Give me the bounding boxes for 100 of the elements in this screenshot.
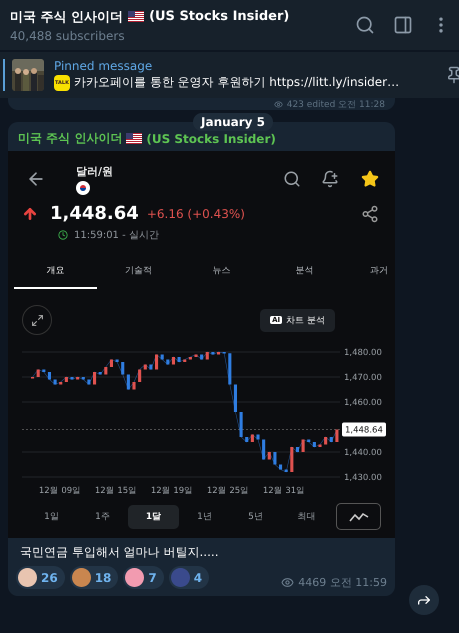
us-flag-icon: [128, 11, 144, 22]
candle: [76, 377, 80, 380]
candle: [178, 357, 181, 362]
reaction-button[interactable]: 4: [168, 566, 210, 589]
axis-label: 1,470.00: [344, 373, 382, 383]
candle: [302, 440, 305, 452]
candle: [132, 382, 136, 390]
date-label: January 5: [193, 113, 274, 131]
candle: [211, 352, 214, 354]
candle: [318, 444, 322, 447]
candle: [279, 464, 282, 470]
candle: [188, 357, 192, 360]
clock-icon: [58, 230, 68, 240]
axis-label: 1,480.00: [344, 348, 382, 358]
candle: [121, 362, 124, 374]
share-icon: [361, 204, 379, 222]
subscriber-count: 40,488 subscribers: [10, 28, 126, 42]
candle: [126, 374, 130, 390]
message-text: 국민연금 투입해서 얼마나 버틸지.....: [19, 544, 220, 561]
candle: [93, 372, 96, 384]
sidebar-toggle-icon[interactable]: [393, 15, 413, 35]
candle: [36, 370, 40, 377]
candle: [273, 452, 276, 464]
candle: [110, 360, 113, 367]
sender-name: 미국 주식 인사이더: [18, 130, 122, 147]
axis-label: 1,430.00: [344, 473, 382, 483]
channel-title: 미국 주식 인사이더: [10, 8, 124, 26]
reaction-button[interactable]: 7: [123, 566, 164, 589]
candle: [256, 434, 260, 440]
eye-icon: [281, 576, 294, 589]
candle: [183, 360, 186, 362]
tab-label: 개요: [14, 258, 97, 289]
eye-icon: [274, 100, 283, 108]
candle: [234, 384, 237, 412]
expand-icon: [22, 305, 52, 335]
candle: [82, 377, 85, 380]
candle: [155, 354, 158, 370]
axis-label: 1,440.00: [344, 448, 382, 458]
candle: [217, 352, 220, 354]
candle: [194, 354, 198, 357]
period-button[interactable]: 1년: [179, 504, 230, 528]
candle: [59, 382, 62, 384]
candle: [250, 434, 254, 442]
axis-label: 12월 15일: [94, 486, 138, 496]
candle: [284, 470, 288, 472]
candle: [324, 437, 328, 444]
candle: [42, 370, 46, 372]
pair-name: 달러/원: [76, 164, 114, 178]
candle: [64, 377, 68, 382]
reaction-button[interactable]: 26: [16, 566, 65, 589]
forward-button[interactable]: [409, 585, 439, 615]
candle: [54, 380, 57, 384]
line-chart-icon: [348, 512, 368, 522]
axis-label: 12월 25일: [206, 486, 250, 496]
candle: [335, 430, 338, 442]
update-time: 11:59:01 - 실시간: [74, 229, 159, 242]
candle: [172, 357, 175, 364]
price: 1,448.64: [50, 203, 139, 224]
candle: [290, 447, 294, 472]
candle: [228, 353, 232, 384]
pinned-label: Pinned message: [54, 59, 154, 73]
candle: [307, 440, 310, 442]
period-button[interactable]: 최대: [281, 504, 332, 528]
bell-plus-icon: [321, 170, 339, 188]
period-button[interactable]: 1일: [26, 504, 77, 528]
period-button[interactable]: 1달: [128, 504, 179, 528]
candle: [206, 352, 209, 360]
search-icon[interactable]: [355, 15, 375, 35]
candle: [70, 377, 74, 380]
message-meta: 423 edited 오전 11:28: [286, 98, 385, 110]
period-button[interactable]: 5년: [230, 504, 281, 528]
axis-label: 12월 31일: [262, 486, 306, 496]
candle: [104, 367, 108, 374]
pin-icon[interactable]: [445, 66, 459, 84]
price-tag: 1,448.64: [342, 422, 386, 436]
price-change: +6.16 (+0.43%): [146, 206, 246, 220]
candle: [245, 437, 248, 442]
candle: [160, 354, 164, 360]
candle: [98, 372, 102, 374]
candle: [268, 452, 271, 460]
candle: [262, 440, 266, 460]
axis-label: 12월 19일: [150, 486, 194, 496]
message-meta: 4469 오전 11:59: [298, 575, 387, 590]
korea-flag-icon: [76, 180, 90, 194]
candle: [312, 442, 316, 447]
tab-label: 분석: [294, 265, 314, 278]
candle: [330, 437, 333, 442]
search-icon: [283, 170, 301, 188]
candle: [240, 412, 243, 437]
axis-label: 12월 09일: [38, 486, 82, 496]
candle: [138, 370, 142, 382]
period-button[interactable]: 1주: [77, 504, 128, 528]
candle: [116, 360, 119, 362]
candle: [87, 380, 90, 384]
reaction-button[interactable]: 18: [70, 566, 118, 589]
candle: [149, 364, 152, 370]
chart-type-button[interactable]: [336, 503, 381, 530]
pinned-text: 카카오페이를 통한 운영자 후원하기 https://litt.ly/insider…: [74, 74, 400, 91]
candle: [296, 447, 299, 452]
candle: [48, 372, 51, 380]
